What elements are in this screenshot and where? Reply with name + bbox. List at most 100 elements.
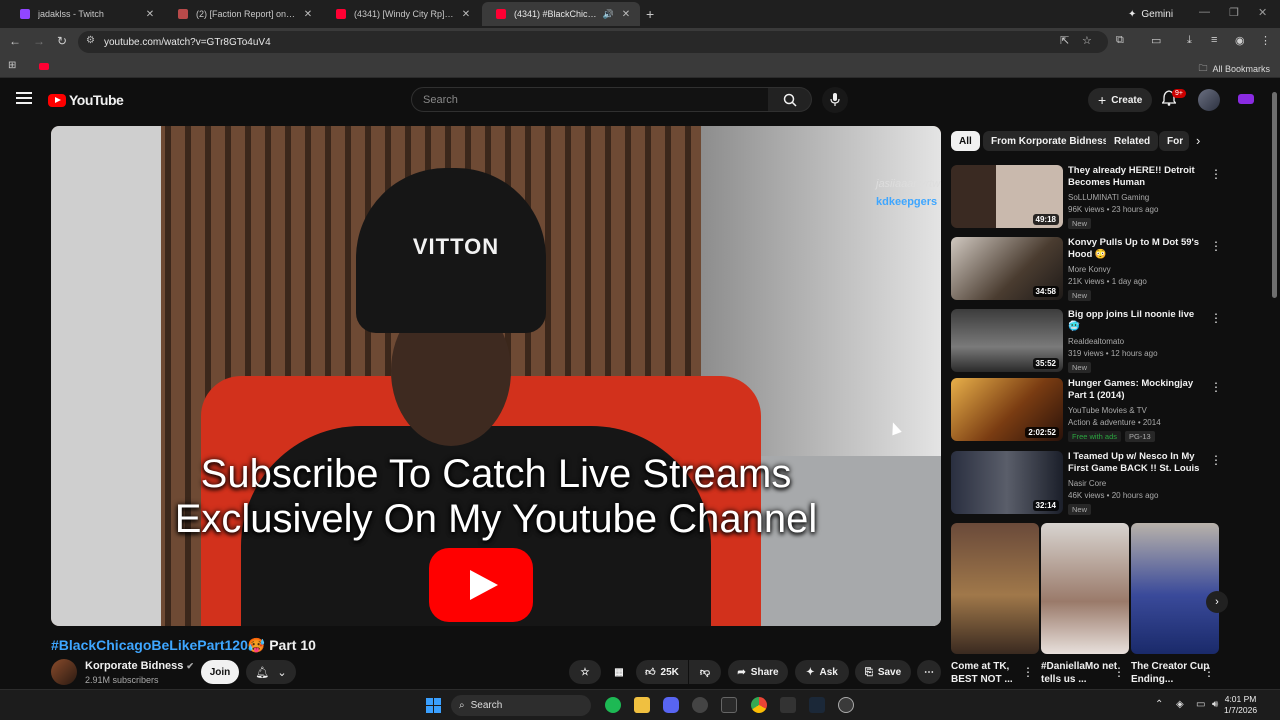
more-vert-icon[interactable]: ⋮ bbox=[1022, 665, 1034, 679]
recommendation-item[interactable]: 34:58 Konvy Pulls Up to M Dot 59's Hood … bbox=[951, 237, 1226, 305]
network-icon[interactable]: ▭ bbox=[1196, 699, 1205, 710]
shorts-next-button[interactable]: › bbox=[1206, 591, 1228, 613]
recommendation-title[interactable]: I Teamed Up w/ Nesco In My First Game BA… bbox=[1068, 451, 1203, 475]
more-vert-icon[interactable]: ⋮ bbox=[1203, 665, 1215, 679]
bookmark-star-icon[interactable]: ☆ bbox=[1082, 34, 1092, 47]
create-clip-button[interactable]: ☆ bbox=[569, 660, 601, 684]
epic-games-icon[interactable] bbox=[721, 697, 737, 713]
reload-icon[interactable]: ↻ bbox=[57, 34, 67, 48]
more-vert-icon[interactable]: ⋮ bbox=[1113, 665, 1125, 679]
more-vert-icon[interactable]: ⋮ bbox=[1210, 167, 1222, 181]
short-title[interactable]: Come at TK, BEST NOT ... bbox=[951, 660, 1031, 686]
split-view-icon[interactable]: ▭ bbox=[1151, 34, 1161, 47]
hamburger-menu-icon[interactable] bbox=[16, 92, 32, 104]
recommendation-channel[interactable]: More Konvy bbox=[1068, 265, 1203, 274]
recommendation-channel[interactable]: SoLLUMINATI Gaming bbox=[1068, 193, 1203, 202]
chip-from-channel[interactable]: From Korporate Bidness bbox=[983, 131, 1117, 151]
video-title-hashtag[interactable]: #BlackChicagoBeLikePart120 bbox=[51, 637, 248, 653]
recommendation-title[interactable]: They already HERE!! Detroit Becomes Huma… bbox=[1068, 165, 1203, 189]
menu-dots-icon[interactable]: ⋮ bbox=[1260, 34, 1271, 47]
search-input[interactable]: Search bbox=[411, 87, 769, 112]
short-title[interactable]: The Creator Cup Ending... bbox=[1131, 660, 1211, 686]
close-icon[interactable]: ✕ bbox=[144, 9, 156, 20]
like-button[interactable]: 👍︎ 25K bbox=[636, 660, 688, 684]
video-thumbnail[interactable]: 35:52 bbox=[951, 309, 1063, 372]
recommendation-channel[interactable]: Nasir Core bbox=[1068, 479, 1203, 488]
youtube-bookmark-icon[interactable] bbox=[39, 63, 49, 70]
more-actions-button[interactable]: ⋯ bbox=[917, 660, 941, 684]
more-vert-icon[interactable]: ⋮ bbox=[1210, 239, 1222, 253]
profile-icon[interactable]: ◉ bbox=[1235, 34, 1245, 47]
share-button[interactable]: ➦ Share bbox=[728, 660, 788, 684]
account-avatar[interactable] bbox=[1198, 89, 1220, 111]
chip-related[interactable]: Related bbox=[1106, 131, 1159, 151]
recommendation-channel[interactable]: Realdealtomato bbox=[1068, 337, 1203, 346]
close-icon[interactable]: ✕ bbox=[302, 9, 314, 20]
tab-twitch[interactable]: jadaklss - Twitch ✕ bbox=[6, 2, 164, 26]
close-window-icon[interactable]: ✕ bbox=[1258, 6, 1267, 19]
forward-icon[interactable]: → bbox=[33, 34, 45, 48]
search-button[interactable] bbox=[768, 87, 812, 112]
recommendation-title[interactable]: Konvy Pulls Up to M Dot 59's Hood 😳 bbox=[1068, 237, 1203, 261]
site-info-icon[interactable]: ⚙ bbox=[86, 35, 95, 46]
tray-chevron-icon[interactable]: ⌃ bbox=[1155, 699, 1163, 710]
tray-app-icon[interactable]: ◈ bbox=[1176, 699, 1184, 710]
short-title[interactable]: #DaniellaMo net tells us ... bbox=[1041, 660, 1121, 686]
join-button[interactable]: Join bbox=[201, 660, 239, 684]
taskbar-search[interactable]: ⌕ Search bbox=[451, 695, 591, 716]
chevron-right-icon[interactable]: › bbox=[1196, 133, 1200, 148]
chip-for-you[interactable]: For bbox=[1159, 131, 1189, 151]
recommendation-channel[interactable]: YouTube Movies & TV bbox=[1068, 406, 1203, 415]
video-thumbnail[interactable]: 32:14 bbox=[951, 451, 1063, 514]
all-bookmarks-button[interactable]: 🗀 All Bookmarks bbox=[1198, 61, 1270, 77]
restore-icon[interactable]: ❐ bbox=[1229, 6, 1239, 19]
file-explorer-icon[interactable] bbox=[634, 697, 650, 713]
install-app-icon[interactable]: ⇱ bbox=[1060, 34, 1069, 47]
reading-list-icon[interactable]: ≡ bbox=[1211, 34, 1217, 46]
close-icon[interactable]: ✕ bbox=[460, 9, 472, 20]
ask-button[interactable]: ✦ Ask bbox=[795, 660, 849, 684]
page-scrollbar[interactable] bbox=[1272, 92, 1277, 298]
more-vert-icon[interactable]: ⋮ bbox=[1210, 380, 1222, 394]
tab-windy-city[interactable]: (4341) [Windy City Rp] sinners ✕ bbox=[322, 2, 480, 26]
recommendation-title[interactable]: Big opp joins Lil noonie live 🥶 bbox=[1068, 309, 1203, 333]
tab-black-chicago[interactable]: (4341) #BlackChicagoBeLik 🔊 ✕ bbox=[482, 2, 640, 26]
short-thumbnail[interactable] bbox=[951, 523, 1039, 654]
extension-icon[interactable] bbox=[1238, 94, 1254, 104]
video-thumbnail[interactable]: 49:18 bbox=[951, 165, 1063, 228]
volume-icon[interactable]: 🔊︎ bbox=[1212, 699, 1218, 710]
app-icon[interactable] bbox=[692, 697, 708, 713]
app-icon[interactable] bbox=[780, 697, 796, 713]
create-button[interactable]: + Create bbox=[1088, 88, 1153, 112]
video-thumbnail[interactable]: 2:02:52 bbox=[951, 378, 1063, 441]
close-icon[interactable]: ✕ bbox=[620, 9, 632, 20]
back-icon[interactable]: ← bbox=[9, 34, 21, 48]
recommendation-item[interactable]: 2:02:52 Hunger Games: Mockingjay Part 1 … bbox=[951, 378, 1226, 446]
minimize-icon[interactable]: — bbox=[1199, 6, 1210, 18]
recommendation-item[interactable]: 35:52 Big opp joins Lil noonie live 🥶 Re… bbox=[951, 309, 1226, 377]
recommendation-item[interactable]: 32:14 I Teamed Up w/ Nesco In My First G… bbox=[951, 451, 1226, 519]
recommendation-item[interactable]: 49:18 They already HERE!! Detroit Become… bbox=[951, 165, 1226, 233]
voice-search-button[interactable] bbox=[822, 87, 848, 113]
media-player-icon[interactable] bbox=[838, 697, 854, 713]
gemini-button[interactable]: ✦ Gemini bbox=[1120, 4, 1181, 24]
discord-icon[interactable] bbox=[663, 697, 679, 713]
steam-icon[interactable] bbox=[809, 697, 825, 713]
chrome-icon[interactable] bbox=[751, 697, 767, 713]
chip-all[interactable]: All bbox=[951, 131, 980, 151]
new-tab-button[interactable]: + bbox=[646, 6, 654, 22]
more-vert-icon[interactable]: ⋮ bbox=[1210, 311, 1222, 325]
speaker-icon[interactable]: 🔊 bbox=[603, 9, 614, 20]
tab-faction-report[interactable]: (2) [Faction Report] on 48lock | ✕ bbox=[164, 2, 322, 26]
short-thumbnail[interactable] bbox=[1131, 523, 1219, 654]
channel-avatar[interactable] bbox=[51, 659, 77, 685]
more-vert-icon[interactable]: ⋮ bbox=[1210, 453, 1222, 467]
youtube-logo[interactable]: YouTube bbox=[48, 92, 124, 108]
video-player[interactable]: VITTON jasiiaaar vrtw kdkeepgers Subscri… bbox=[51, 126, 941, 626]
video-thumbnail[interactable]: 34:58 bbox=[951, 237, 1063, 300]
taskbar-clock[interactable]: 4:01 PM 1/7/2026 bbox=[1224, 694, 1257, 716]
short-thumbnail[interactable] bbox=[1041, 523, 1129, 654]
grid-icon[interactable]: ▦ bbox=[608, 660, 630, 684]
apps-grid-icon[interactable]: ⊞ bbox=[8, 60, 16, 71]
spotify-icon[interactable] bbox=[605, 697, 621, 713]
